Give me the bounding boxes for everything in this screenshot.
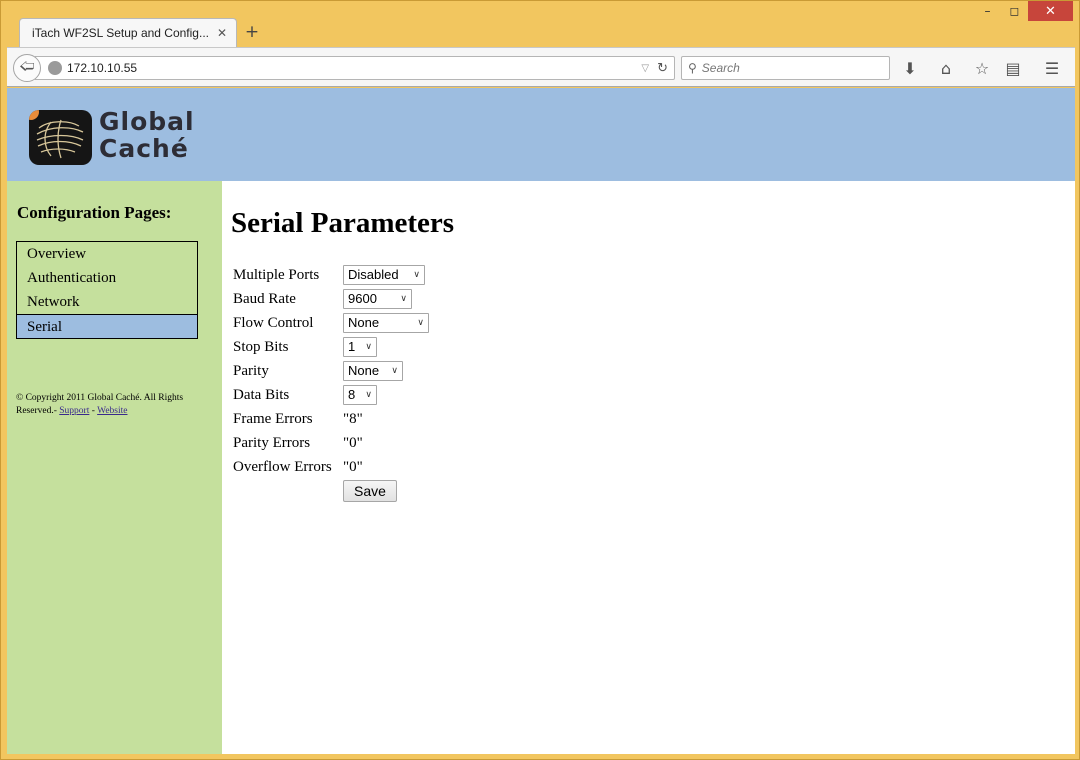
- menu-icon[interactable]: ☰: [1041, 57, 1063, 79]
- multiple-ports-label: Multiple Ports: [233, 267, 320, 283]
- reading-list-icon[interactable]: ▤: [1002, 57, 1024, 79]
- support-link[interactable]: Support: [59, 406, 89, 416]
- navigation-toolbar: 172.10.10.55 ▽ ↻ 🢠 ⚲ Search ⬇ ⌂ ☆ ▤ ☰: [7, 47, 1075, 87]
- maximize-icon[interactable]: ◻: [1001, 1, 1028, 21]
- sidebar-item-network[interactable]: Network: [17, 290, 197, 314]
- config-menu: Overview Authentication Network Serial: [16, 241, 198, 339]
- save-button[interactable]: Save: [343, 480, 397, 502]
- page-header: Global Caché: [7, 88, 1075, 181]
- global-cache-logo: Global Caché: [29, 108, 201, 168]
- stop-bits-value: 1: [348, 339, 356, 354]
- chevron-down-icon: ∨: [400, 294, 407, 304]
- frame-errors-label: Frame Errors: [233, 411, 313, 427]
- flow-control-label: Flow Control: [233, 315, 314, 331]
- frame-errors-value: "8": [343, 411, 363, 427]
- footer-separator: -: [91, 406, 95, 416]
- back-arrow-icon: 🢠: [19, 56, 35, 75]
- globe-icon: [48, 61, 62, 75]
- data-bits-row: Data Bits 8 ∨: [233, 384, 533, 408]
- stop-bits-row: Stop Bits 1 ∨: [233, 336, 533, 360]
- back-button[interactable]: 🢠: [13, 54, 41, 82]
- browser-tab[interactable]: iTach WF2SL Setup and Config... ✕: [19, 18, 237, 47]
- parity-row: Parity None ∨: [233, 360, 533, 384]
- flow-control-row: Flow Control None ∨: [233, 312, 533, 336]
- minimize-icon[interactable]: –: [974, 1, 1001, 21]
- search-placeholder: Search: [701, 61, 740, 75]
- logo-line1: Global: [99, 107, 195, 136]
- chevron-down-icon: ∨: [365, 390, 372, 400]
- url-bar[interactable]: 172.10.10.55 ▽ ↻: [35, 56, 675, 80]
- logo-wordmark: Global Caché: [99, 108, 195, 162]
- tab-close-icon[interactable]: ✕: [214, 25, 230, 41]
- parity-select[interactable]: None ∨: [343, 361, 403, 381]
- close-icon[interactable]: ✕: [1028, 1, 1073, 21]
- parity-value: None: [348, 363, 380, 378]
- multiple-ports-select[interactable]: Disabled ∨: [343, 265, 425, 285]
- baud-rate-select[interactable]: 9600 ∨: [343, 289, 412, 309]
- sidebar-item-serial[interactable]: Serial: [17, 314, 197, 338]
- chevron-down-icon: ∨: [391, 366, 398, 376]
- page-viewport: Global Caché Configuration Pages: Overvi…: [7, 88, 1075, 754]
- overflow-errors-row: Overflow Errors "0": [233, 456, 533, 480]
- website-link[interactable]: Website: [97, 406, 127, 416]
- home-icon[interactable]: ⌂: [935, 57, 957, 79]
- data-bits-label: Data Bits: [233, 387, 290, 403]
- parity-errors-label: Parity Errors: [233, 435, 311, 451]
- baud-rate-label: Baud Rate: [233, 291, 296, 307]
- bookmark-star-icon[interactable]: ☆: [971, 57, 993, 79]
- window-controls: – ◻ ✕: [974, 1, 1073, 23]
- logo-mark-icon: [29, 110, 92, 165]
- parity-errors-value: "0": [343, 435, 363, 451]
- new-tab-icon[interactable]: +: [243, 22, 261, 42]
- url-text: 172.10.10.55: [67, 61, 138, 75]
- chevron-down-icon: ∨: [365, 342, 372, 352]
- reload-icon[interactable]: ↻: [657, 61, 668, 76]
- logo-line2: Caché: [99, 134, 189, 163]
- parity-label: Parity: [233, 363, 269, 379]
- multiple-ports-value: Disabled: [348, 267, 399, 282]
- overflow-errors-value: "0": [343, 459, 363, 475]
- frame-errors-row: Frame Errors "8": [233, 408, 533, 432]
- search-icon: ⚲: [688, 61, 697, 75]
- multiple-ports-row: Multiple Ports Disabled ∨: [233, 264, 533, 288]
- overflow-errors-label: Overflow Errors: [233, 459, 332, 475]
- chevron-down-icon: ∨: [413, 270, 420, 280]
- search-input[interactable]: ⚲ Search: [681, 56, 890, 80]
- sidebar-item-overview[interactable]: Overview: [17, 242, 197, 266]
- sidebar-title: Configuration Pages:: [17, 203, 172, 222]
- sidebar-item-authentication[interactable]: Authentication: [17, 266, 197, 290]
- flow-control-select[interactable]: None ∨: [343, 313, 429, 333]
- chevron-down-icon: ∨: [417, 318, 424, 328]
- url-dropdown-icon[interactable]: ▽: [641, 63, 649, 74]
- baud-rate-row: Baud Rate 9600 ∨: [233, 288, 533, 312]
- flow-control-value: None: [348, 315, 380, 330]
- browser-window: – ◻ ✕ iTach WF2SL Setup and Config... ✕ …: [0, 0, 1080, 760]
- stop-bits-label: Stop Bits: [233, 339, 289, 355]
- stop-bits-select[interactable]: 1 ∨: [343, 337, 377, 357]
- data-bits-select[interactable]: 8 ∨: [343, 385, 377, 405]
- sidebar: Configuration Pages: Overview Authentica…: [7, 181, 222, 754]
- download-icon[interactable]: ⬇: [899, 57, 921, 79]
- tab-title: iTach WF2SL Setup and Config...: [32, 26, 209, 40]
- parity-errors-row: Parity Errors "0": [233, 432, 533, 456]
- data-bits-value: 8: [348, 387, 356, 402]
- baud-rate-value: 9600: [348, 291, 377, 306]
- copyright-footer: © Copyright 2011 Global Caché. All Right…: [16, 392, 206, 418]
- page-title: Serial Parameters: [231, 207, 455, 239]
